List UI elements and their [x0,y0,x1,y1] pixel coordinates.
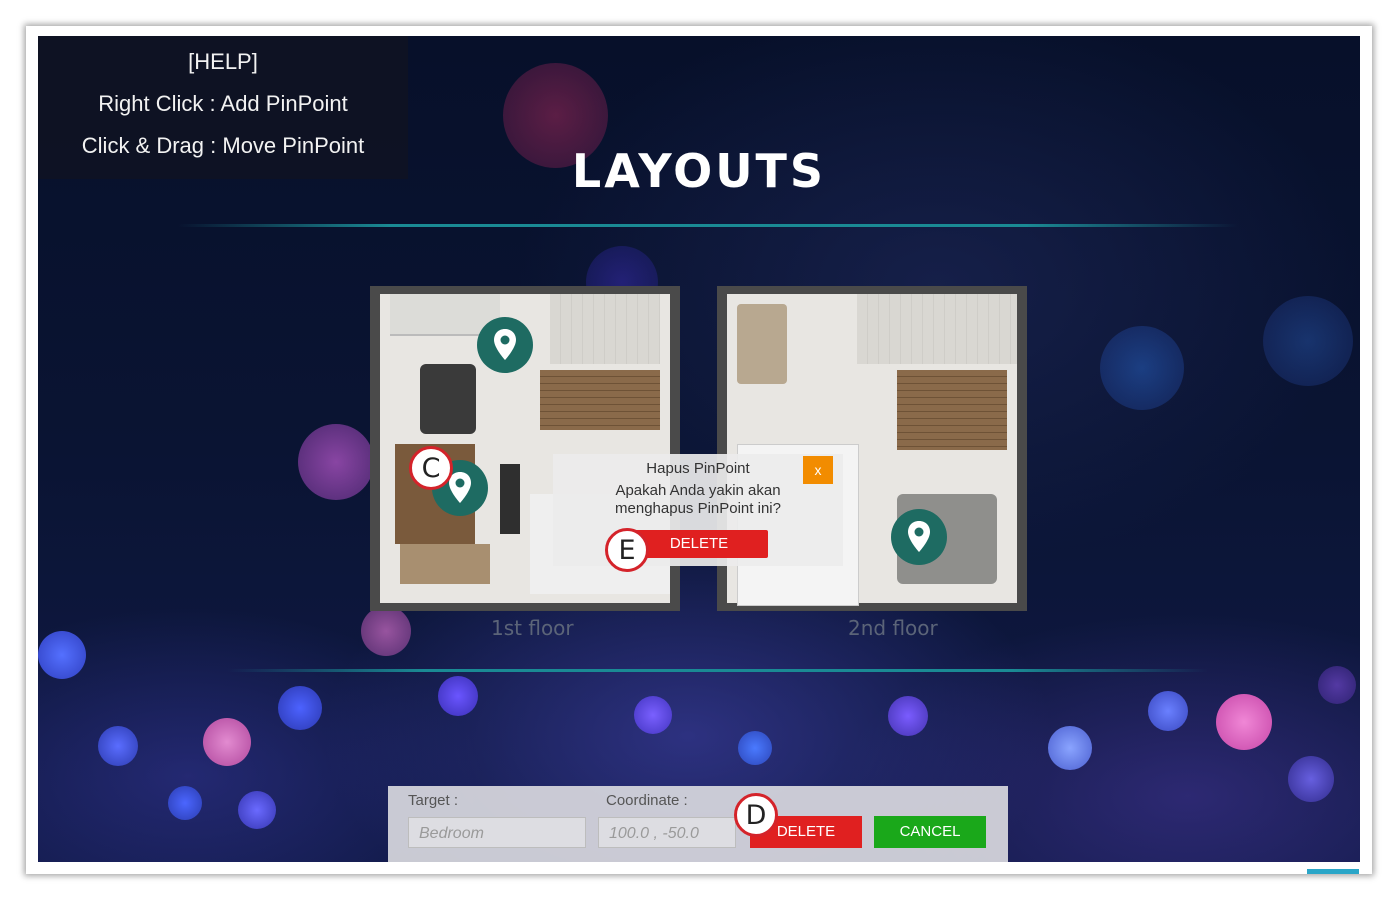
coordinate-label: Coordinate : [606,792,688,809]
page-title: LAYOUTS [571,144,827,198]
pinpoint-editor-bar: Target : Bedroom Coordinate : 100.0 , -5… [388,786,1008,862]
dialog-message: Apakah Anda yakin akan menghapus PinPoin… [615,482,781,517]
coordinate-input[interactable]: 100.0 , -50.0 [598,817,736,848]
target-input[interactable]: Bedroom [408,817,586,848]
single-bed [737,304,787,384]
help-heading: [HELP] [188,49,258,74]
tv-cabinet [500,464,520,534]
bokeh-decoration [438,676,478,716]
dialog-close-button[interactable]: x [803,456,833,484]
top-divider [178,224,1238,227]
bokeh-decoration [1318,666,1356,704]
staircase [897,370,1007,450]
cancel-button[interactable]: CANCEL [874,816,986,848]
callout-c: C [409,446,453,490]
app-viewport: [HELP] Right Click : Add PinPoint Click … [38,36,1360,862]
bokeh-decoration [361,606,411,656]
corner-accent [1307,869,1359,874]
bokeh-decoration [888,696,928,736]
staircase [540,370,660,430]
bokeh-decoration [738,731,772,765]
delete-pinpoint-dialog: Hapus PinPoint Apakah Anda yakin akan me… [553,454,843,566]
floor-label-1st: 1st floor [491,616,574,640]
callout-d: D [734,793,778,837]
bokeh-decoration [1288,756,1334,802]
pinpoint-marker[interactable] [891,509,947,565]
callout-e: E [605,528,649,572]
sofa [400,544,490,584]
bokeh-decoration [1263,296,1353,386]
bokeh-decoration [168,786,202,820]
map-pin-icon [494,329,516,360]
bokeh-decoration [238,791,276,829]
bokeh-decoration [298,424,374,500]
bathroom [857,294,1017,364]
bokeh-decoration [1048,726,1092,770]
target-label: Target : [408,792,459,809]
help-right-click: Right Click : Add PinPoint [98,91,348,116]
bokeh-decoration [203,718,251,766]
bokeh-decoration [634,696,672,734]
bokeh-decoration [1100,326,1184,410]
bokeh-decoration [278,686,322,730]
bottom-divider [228,669,1208,672]
pinpoint-marker[interactable] [477,317,533,373]
dialog-title: Hapus PinPoint [646,460,750,477]
bathroom [550,294,660,364]
bokeh-decoration [98,726,138,766]
bokeh-decoration [1148,691,1188,731]
dining-table [420,364,476,434]
floor-label-2nd: 2nd floor [848,616,938,640]
dialog-delete-button[interactable]: DELETE [630,530,768,558]
map-pin-icon [908,521,930,552]
bokeh-decoration [38,631,86,679]
bokeh-decoration [1216,694,1272,750]
